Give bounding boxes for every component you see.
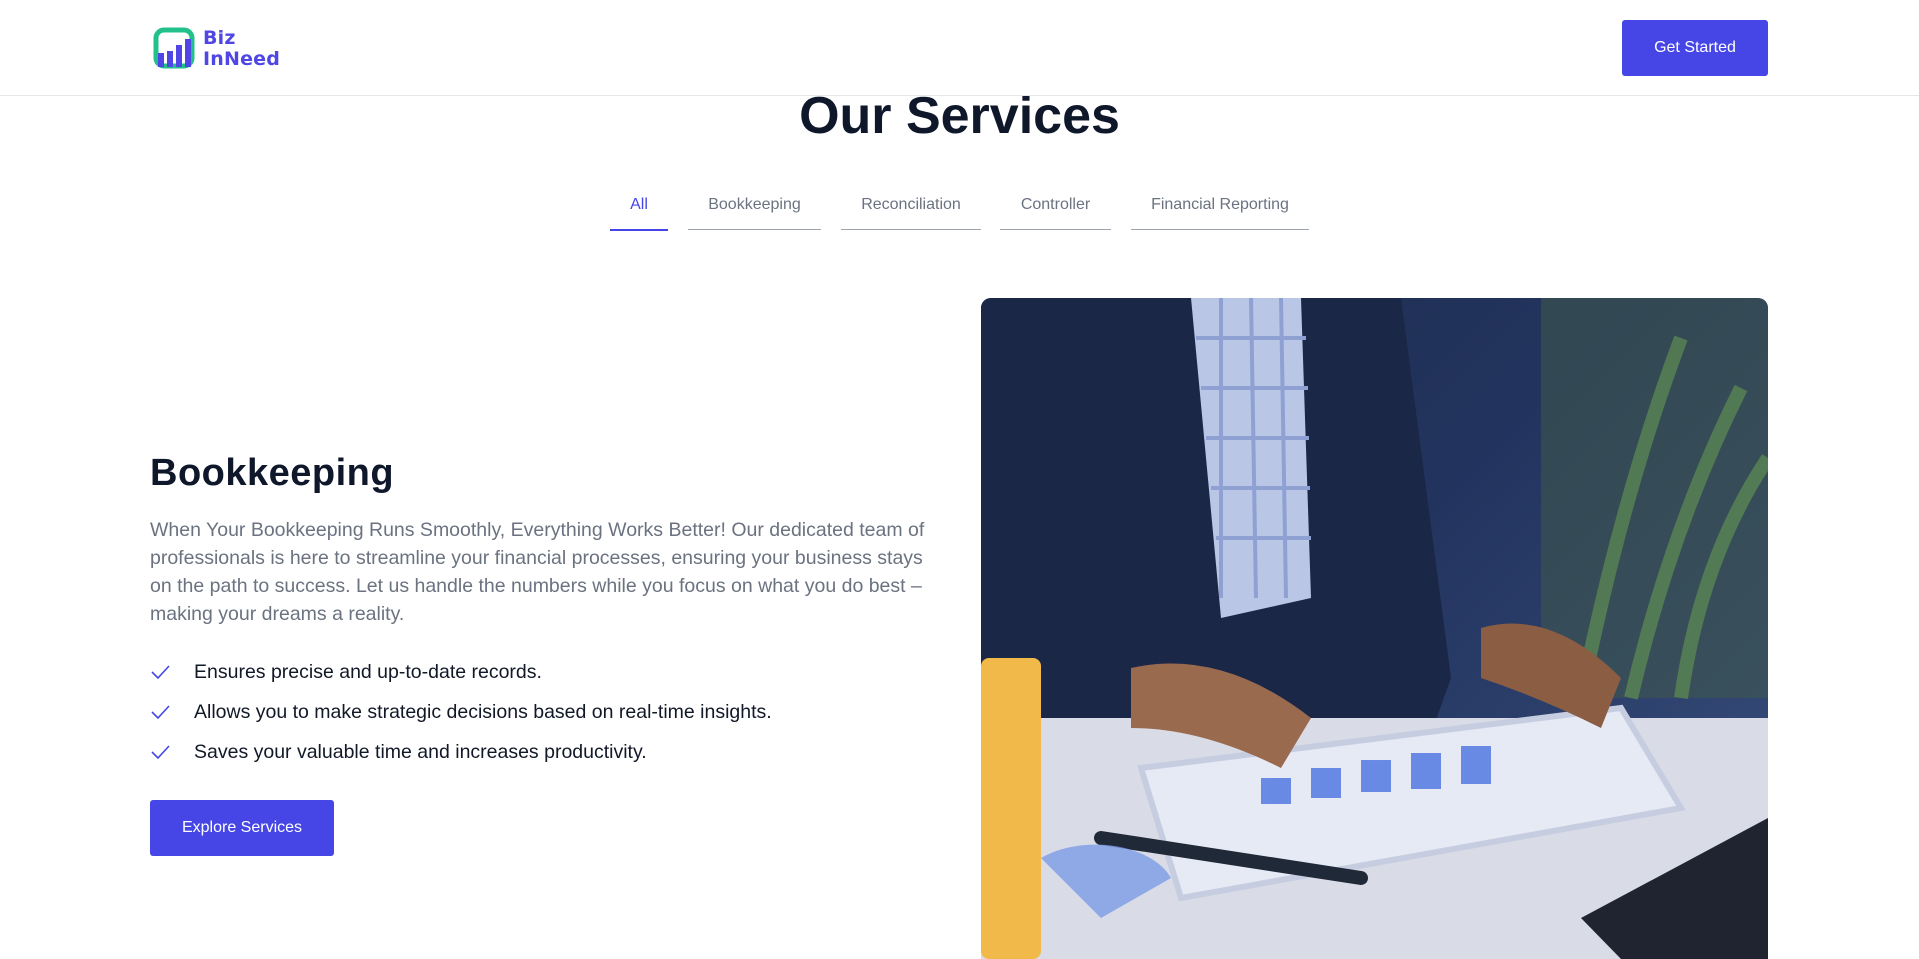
- logo-line-2: InNeed: [203, 48, 281, 70]
- feature-text: Ensures precise and up-to-date records.: [194, 660, 542, 683]
- tab-reconciliation[interactable]: Reconciliation: [841, 196, 981, 230]
- logo-line-1: Biz: [203, 27, 236, 49]
- tab-financial-reporting[interactable]: Financial Reporting: [1131, 196, 1309, 230]
- tab-controller[interactable]: Controller: [1000, 196, 1111, 230]
- service-photo: [981, 298, 1768, 959]
- service-title: Bookkeeping: [150, 452, 395, 494]
- get-started-button[interactable]: Get Started: [1622, 20, 1768, 76]
- tab-label: Bookkeeping: [708, 196, 801, 213]
- check-icon: [151, 745, 170, 760]
- feature-text: Allows you to make strategic decisions b…: [194, 700, 772, 723]
- tab-label: Controller: [1020, 196, 1091, 213]
- tab-bookkeeping[interactable]: Bookkeeping: [688, 196, 821, 230]
- tab-label: Reconciliation: [861, 196, 961, 213]
- list-item: Ensures precise and up-to-date records.: [150, 652, 772, 692]
- check-icon: [151, 705, 170, 720]
- explore-services-button[interactable]: Explore Services: [150, 800, 334, 856]
- tab-label: All: [630, 196, 648, 213]
- service-description: When Your Bookkeeping Runs Smoothly, Eve…: [150, 519, 925, 625]
- tab-all[interactable]: All: [610, 196, 668, 231]
- check-icon: [151, 665, 170, 680]
- feature-text: Saves your valuable time and increases p…: [194, 740, 647, 763]
- logo-text: Biz InNeed: [203, 28, 280, 70]
- list-item: Allows you to make strategic decisions b…: [150, 692, 772, 732]
- site-header: Biz InNeed Get Started: [0, 0, 1919, 96]
- list-item: Saves your valuable time and increases p…: [150, 732, 772, 772]
- logo-icon: [153, 27, 195, 69]
- tab-label: Financial Reporting: [1151, 196, 1289, 213]
- logo[interactable]: Biz InNeed: [153, 27, 280, 71]
- bookkeeping-photo-illustration: [981, 298, 1768, 959]
- feature-list: Ensures precise and up-to-date records. …: [150, 652, 772, 772]
